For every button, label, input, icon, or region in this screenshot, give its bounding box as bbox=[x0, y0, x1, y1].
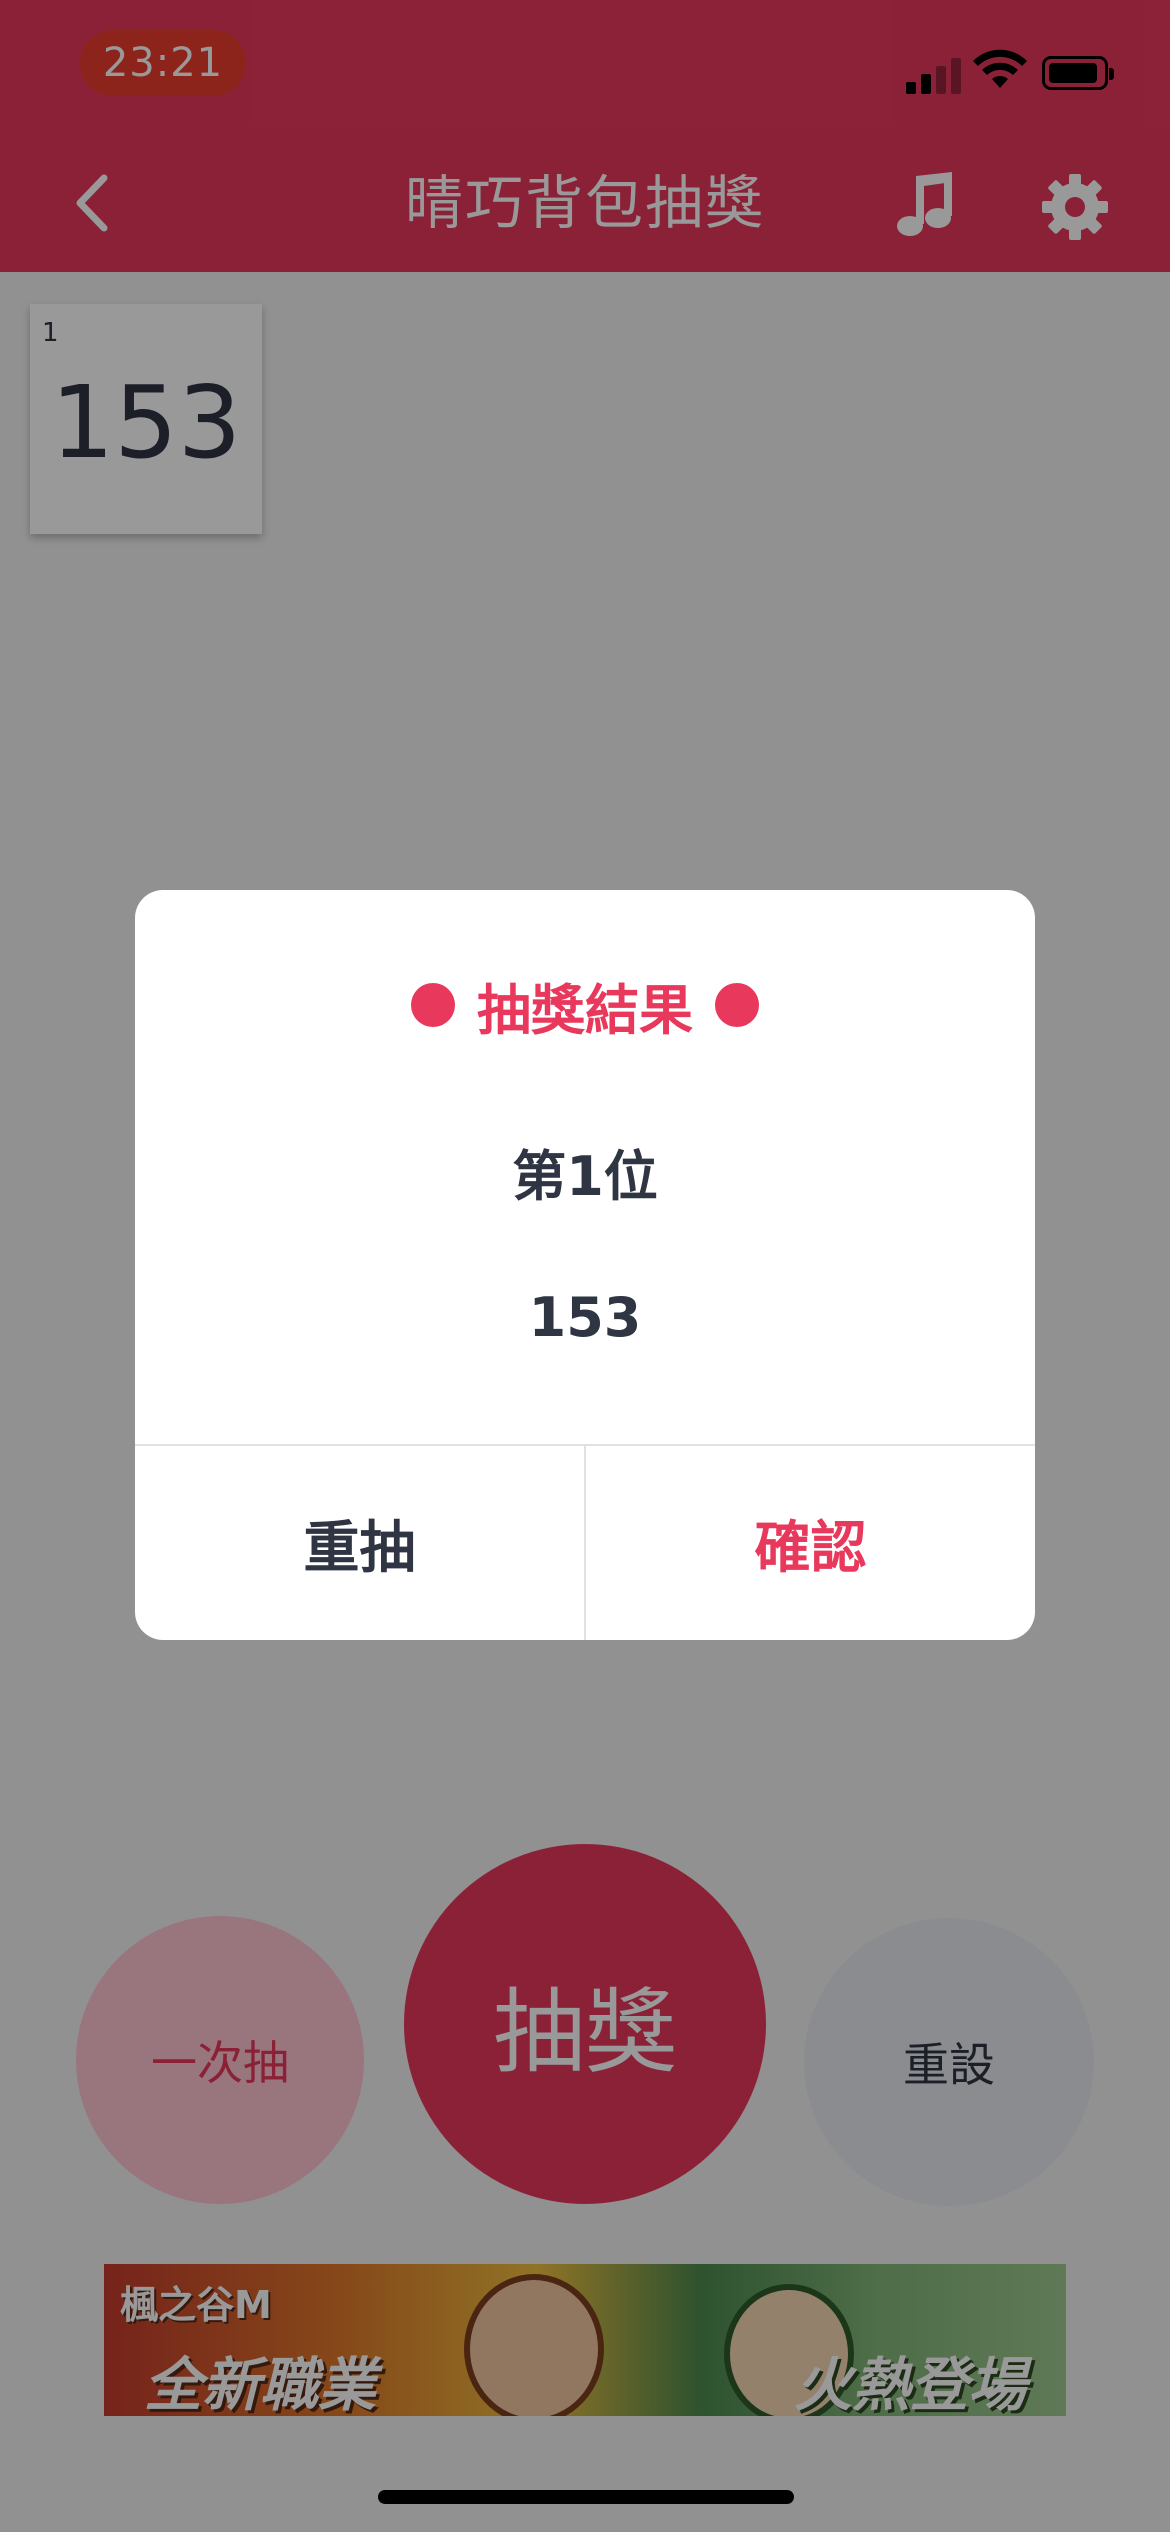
confirm-button[interactable]: 確認 bbox=[586, 1446, 1035, 1640]
redraw-button[interactable]: 重抽 bbox=[135, 1446, 584, 1640]
dot-icon bbox=[715, 983, 759, 1027]
dot-icon bbox=[411, 983, 455, 1027]
home-indicator bbox=[378, 2490, 794, 2504]
dialog-title-text: 抽獎結果 bbox=[477, 978, 693, 1042]
result-dialog: 抽獎結果 第1位 153 重抽 確認 bbox=[135, 890, 1035, 1640]
result-rank: 第1位 bbox=[512, 1145, 658, 1208]
dialog-title: 抽獎結果 bbox=[135, 970, 1035, 1042]
result-value: 153 bbox=[528, 1286, 642, 1349]
